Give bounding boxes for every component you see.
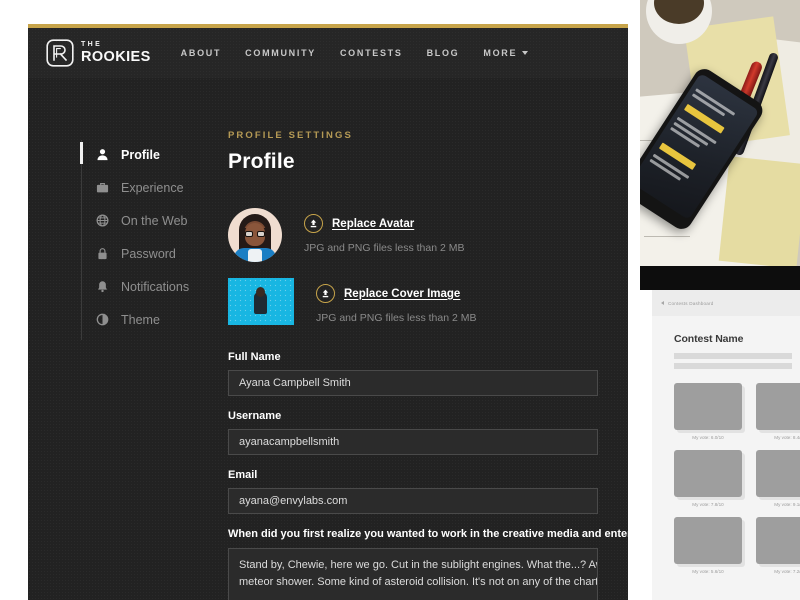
entry-vote-caption: My vote: 7.8/10 bbox=[692, 502, 724, 507]
sidebar-item-on-the-web[interactable]: On the Web bbox=[80, 204, 218, 237]
sidebar-rail bbox=[81, 140, 82, 340]
entry-vote-caption: My vote: 8.4/10 bbox=[774, 435, 800, 440]
page-eyebrow: PROFILE SETTINGS bbox=[228, 130, 353, 141]
globe-icon bbox=[96, 214, 109, 227]
site-logo[interactable]: THE ROOKIES bbox=[46, 39, 151, 67]
cover-upload-hint: JPG and PNG files less than 2 MB bbox=[316, 312, 477, 324]
sidebar-item-label: On the Web bbox=[121, 213, 188, 228]
bio-question-group: When did you first realize you wanted to… bbox=[228, 528, 628, 600]
page-title: Profile bbox=[228, 150, 295, 173]
breadcrumb[interactable]: Contests Dashboard bbox=[668, 301, 713, 306]
contest-name-heading: Contest Name bbox=[674, 333, 744, 345]
full-name-field-group: Full Name Ayana Campbell Smith bbox=[228, 351, 628, 396]
avatar-upload-row: Replace Avatar JPG and PNG files less th… bbox=[228, 208, 628, 262]
email-field-group: Email ayana@envylabs.com bbox=[228, 469, 628, 514]
entry-grid: My vote: 6.0/10 My vote: 8.4/10 My vote:… bbox=[674, 383, 800, 574]
entry-thumbnail bbox=[674, 517, 742, 564]
app-window: THE ROOKIES ABOUT COMMUNITY CONTESTS BLO… bbox=[28, 24, 628, 600]
sidebar-item-label: Profile bbox=[121, 147, 160, 162]
bio-line-2: meteor shower. Some kind of asteroid col… bbox=[239, 576, 598, 589]
user-icon bbox=[96, 148, 109, 161]
entry-card[interactable]: My vote: 8.4/10 bbox=[756, 383, 800, 440]
sidebar-item-notifications[interactable]: Notifications bbox=[80, 270, 218, 303]
brand-name: ROOKIES bbox=[81, 49, 151, 66]
entry-thumbnail bbox=[756, 517, 800, 564]
settings-sidebar: Profile Experience On the Web Password N… bbox=[28, 78, 218, 600]
entry-vote-caption: My vote: 9.1/10 bbox=[774, 502, 800, 507]
sidebar-item-label: Experience bbox=[121, 180, 184, 195]
main-navigation: ABOUT COMMUNITY CONTESTS BLOG MORE bbox=[181, 48, 529, 58]
avatar-upload-hint: JPG and PNG files less than 2 MB bbox=[304, 242, 465, 254]
username-label: Username bbox=[228, 410, 282, 422]
bell-icon bbox=[96, 280, 109, 293]
full-name-label: Full Name bbox=[228, 351, 281, 363]
nav-label: ABOUT bbox=[180, 48, 222, 58]
briefcase-icon bbox=[96, 181, 109, 194]
nav-item-community[interactable]: COMMUNITY bbox=[245, 48, 316, 58]
sidebar-item-label: Notifications bbox=[121, 279, 190, 294]
entry-thumbnail bbox=[674, 450, 742, 497]
sidebar-item-theme[interactable]: Theme bbox=[80, 303, 218, 336]
contest-wireframe: Contests Dashboard Contest Name My vote:… bbox=[652, 290, 800, 600]
sidebar-item-password[interactable]: Password bbox=[80, 237, 218, 270]
upload-section: Replace Avatar JPG and PNG files less th… bbox=[228, 208, 628, 325]
back-arrow-icon[interactable] bbox=[661, 301, 664, 305]
entry-card[interactable]: My vote: 7.2/10 bbox=[756, 517, 800, 574]
lock-icon bbox=[96, 247, 109, 260]
entry-card[interactable]: My vote: 9.1/10 bbox=[756, 450, 800, 507]
entry-thumbnail bbox=[756, 450, 800, 497]
nav-item-contests[interactable]: CONTESTS bbox=[340, 48, 403, 58]
settings-main: PROFILE SETTINGS Profile Replace Avatar … bbox=[218, 78, 628, 600]
replace-avatar-link[interactable]: Replace Avatar bbox=[332, 218, 414, 230]
full-name-input[interactable]: Ayana Campbell Smith bbox=[228, 370, 598, 396]
username-input[interactable]: ayanacampbellsmith bbox=[228, 429, 598, 455]
cover-upload-row: Replace Cover Image JPG and PNG files le… bbox=[228, 278, 628, 325]
nav-item-about[interactable]: ABOUT bbox=[181, 48, 222, 58]
entry-thumbnail bbox=[674, 383, 742, 430]
email-label: Email bbox=[228, 469, 258, 481]
placeholder-bar bbox=[674, 353, 792, 359]
upload-icon[interactable] bbox=[304, 214, 323, 233]
desk-photo bbox=[640, 0, 800, 266]
nav-label: COMMUNITY bbox=[245, 48, 316, 58]
bio-question-label: When did you first realize you wanted to… bbox=[228, 528, 628, 540]
nav-item-blog[interactable]: BLOG bbox=[427, 48, 460, 58]
panel-gap bbox=[640, 266, 800, 290]
site-header: THE ROOKIES ABOUT COMMUNITY CONTESTS BLO… bbox=[28, 28, 628, 78]
nav-label: MORE bbox=[483, 48, 518, 58]
wireframe-breadcrumb-bar: Contests Dashboard bbox=[652, 290, 800, 316]
entry-card[interactable]: My vote: 6.0/10 bbox=[674, 383, 742, 440]
cover-image-thumbnail[interactable] bbox=[228, 278, 294, 325]
bio-textarea[interactable]: Stand by, Chewie, here we go. Cut in the… bbox=[228, 548, 598, 600]
sidebar-item-profile[interactable]: Profile bbox=[80, 138, 218, 171]
nav-label: BLOG bbox=[426, 48, 460, 58]
entry-vote-caption: My vote: 7.2/10 bbox=[774, 569, 800, 574]
entry-card[interactable]: My vote: 7.8/10 bbox=[674, 450, 742, 507]
nav-label: CONTESTS bbox=[339, 48, 403, 58]
avatar[interactable] bbox=[228, 208, 282, 262]
replace-cover-image-link[interactable]: Replace Cover Image bbox=[344, 288, 460, 300]
upload-icon[interactable] bbox=[316, 284, 335, 303]
sidebar-item-experience[interactable]: Experience bbox=[80, 171, 218, 204]
sidebar-item-label: Password bbox=[121, 246, 176, 261]
profile-form: Full Name Ayana Campbell Smith Username … bbox=[228, 351, 628, 600]
bio-line-1: Stand by, Chewie, here we go. Cut in the… bbox=[239, 559, 598, 571]
email-input[interactable]: ayana@envylabs.com bbox=[228, 488, 598, 514]
contrast-icon bbox=[96, 313, 109, 326]
brand-the: THE bbox=[81, 41, 103, 49]
nav-item-more[interactable]: MORE bbox=[483, 48, 529, 58]
screenshot-root: THE ROOKIES ABOUT COMMUNITY CONTESTS BLO… bbox=[0, 0, 800, 600]
entry-card[interactable]: My vote: 5.6/10 bbox=[674, 517, 742, 574]
sidebar-item-label: Theme bbox=[121, 312, 160, 327]
chevron-down-icon bbox=[522, 51, 529, 55]
sidebar-active-indicator bbox=[80, 142, 83, 164]
entry-thumbnail bbox=[756, 383, 800, 430]
entry-vote-caption: My vote: 6.0/10 bbox=[692, 435, 724, 440]
entry-vote-caption: My vote: 5.6/10 bbox=[692, 569, 724, 574]
placeholder-bar bbox=[674, 363, 792, 369]
rookies-monogram-icon bbox=[46, 39, 74, 67]
username-field-group: Username ayanacampbellsmith bbox=[228, 410, 628, 455]
